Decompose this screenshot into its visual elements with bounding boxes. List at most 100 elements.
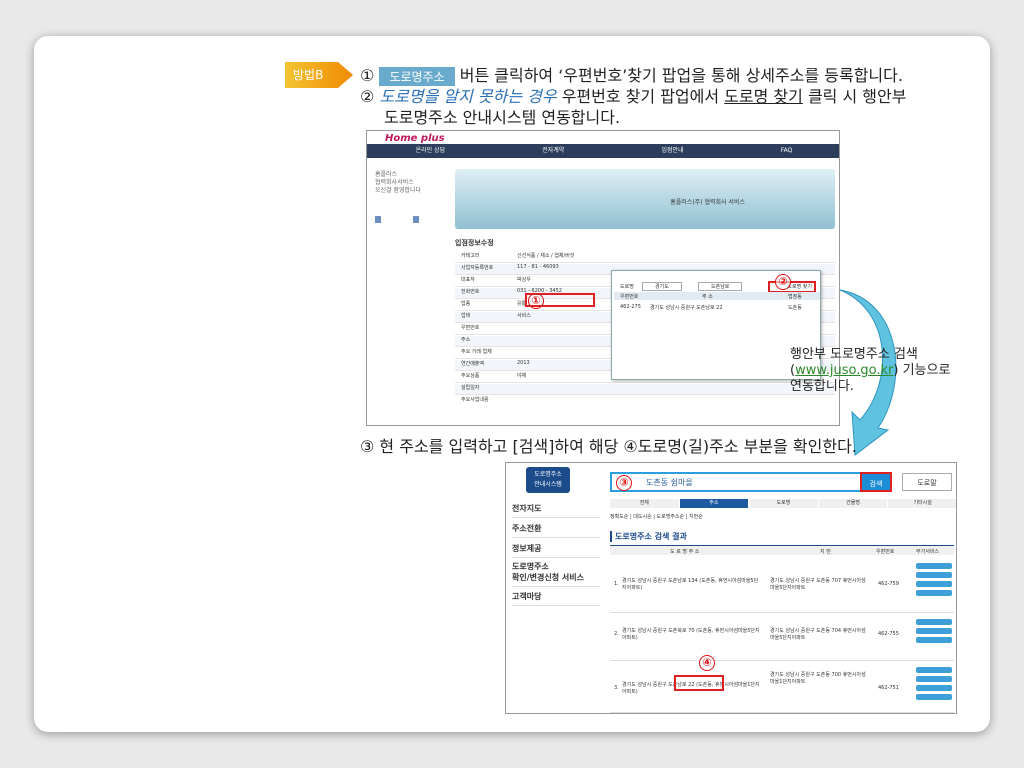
greeting: 홈플러스 협력회사서비스 오신걸 환영합니다 <box>375 171 422 194</box>
callout-line3: 연동합니다. <box>790 379 854 394</box>
search-button[interactable]: 검색 <box>860 472 892 492</box>
form-row: 카테고리 신선식품 / 채소 / 엽채/버섯 <box>455 252 835 263</box>
road-search-link[interactable]: 도로명 찾기 <box>724 87 803 106</box>
service-pill[interactable] <box>916 619 952 625</box>
service-pill[interactable] <box>916 590 952 596</box>
nav-item[interactable]: 온라인 상담 <box>416 144 446 158</box>
form-row: 주요사업내용 <box>455 396 835 425</box>
form-value[interactable]: 서비스 <box>517 312 531 319</box>
form-label: 주소 <box>461 337 471 343</box>
tab[interactable]: 전체 <box>610 499 680 508</box>
service-pill[interactable] <box>916 563 952 569</box>
jibun-address: 경기도 성남시 중원구 도촌동 707 휴먼시아섬마을5단지아파트 <box>770 578 866 591</box>
form-label: 대표자 <box>461 277 475 283</box>
search-query: 도촌동 쉼마을 <box>646 478 693 487</box>
juso-logo: 도로명주소 안내시스템 <box>526 467 570 493</box>
service-pill[interactable] <box>916 581 952 587</box>
juso-screenshot: 도로명주소 안내시스템 도촌동 쉼마을 ③ 검색 도로말 전자지도 주소전환 정… <box>505 462 957 714</box>
nav-item[interactable]: 입점안내 <box>662 144 684 158</box>
service-pill[interactable] <box>916 572 952 578</box>
sort-options[interactable]: 정확도순 | 대도시순 | 도로명주소순 | 지번순 <box>610 513 703 520</box>
form-label: 카테고리 <box>461 253 480 259</box>
row-no: 1. <box>614 581 619 587</box>
step2-line2: 도로명주소 안내시스템 연동합니다. <box>384 108 621 127</box>
th: 지 번 <box>820 549 831 555</box>
form-value[interactable]: 2013 <box>517 360 530 366</box>
callout-line2-tail: ) 기능으로 <box>893 363 951 378</box>
left-nav: 전자지도 주소전환 정보제공 도로명주소 확인/변경신청 서비스 고객마당 <box>506 497 604 713</box>
form-value[interactable]: 신선식품 / 채소 / 엽채/버섯 <box>517 252 574 259</box>
form-label: 연간매출액 <box>461 361 485 367</box>
service-pill[interactable] <box>916 685 952 691</box>
form-row: 설립일자 <box>455 384 835 395</box>
form-label: 우편번호 <box>461 325 480 331</box>
nav-item[interactable]: 주소전환 <box>512 523 600 538</box>
jibun-address: 경기도 성남시 중원구 도촌동 700 휴먼시아섬마을1단지아파트 <box>770 672 866 685</box>
zip-code: 462-759 <box>878 581 899 587</box>
step3-line: ③ 현 주소를 입력하고 [검색]하여 해당 ④도로명(길)주소 부분을 확인한… <box>360 437 857 456</box>
jibun-address: 경기도 성남시 중원구 도촌동 704 휴먼시아섬마을5단지아파트 <box>770 628 866 641</box>
road-button[interactable]: 도로말 <box>902 473 952 491</box>
step2-number: ② <box>360 87 375 106</box>
step2-text-b: 클릭 시 행안부 <box>802 87 907 106</box>
side-button[interactable] <box>413 216 419 223</box>
marker-3: ③ <box>616 475 632 491</box>
nav-item[interactable]: 도로명주소 확인/변경신청 서비스 <box>512 561 600 587</box>
marker-2: ② <box>775 274 791 290</box>
province-select[interactable]: 경기도 <box>642 282 682 291</box>
form-label: 전화번호 <box>461 289 480 295</box>
side-button[interactable] <box>375 216 381 223</box>
road-address-highlight <box>674 675 724 691</box>
nav-item[interactable]: 정보제공 <box>512 543 600 558</box>
th: 우편번호 <box>876 549 895 555</box>
popup-col: 주 소 <box>702 294 713 300</box>
callout-line1: 행안부 도로명주소 검색 <box>790 347 918 362</box>
tab[interactable]: 기타시설 <box>888 499 956 508</box>
th: 도 로 명 주 소 <box>670 549 700 555</box>
homeplus-logo: Home plus <box>385 133 445 144</box>
tab[interactable]: 건물명 <box>818 499 889 508</box>
callout: 행안부 도로명주소 검색 (www.juso.go.kr) 기능으로 연동합니다… <box>790 347 965 395</box>
juso-link[interactable]: www.juso.go.kr <box>795 363 893 378</box>
form-value[interactable]: 야채 <box>517 372 526 379</box>
row-no: 3. <box>614 685 619 691</box>
service-pill[interactable] <box>916 694 952 700</box>
zip-code: 462-751 <box>878 685 899 691</box>
marker-4: ④ <box>699 655 715 671</box>
row-no: 2. <box>614 631 619 637</box>
nav-item[interactable]: 전자계약 <box>542 144 564 158</box>
road-address[interactable]: 경기도 성남시 중원구 도촌북로 70 (도촌동, 휴먼시아섬마을5단지아파트) <box>622 627 762 641</box>
popup-address[interactable]: 경기도 성남시 중원구 도촌남로 22 <box>650 304 723 311</box>
form-title: 입점정보수정 <box>455 239 494 247</box>
form-value[interactable]: 박상우 <box>517 276 531 283</box>
road-address[interactable]: 경기도 성남시 중원구 도촌남로 134 (도촌동, 휴먼시아섬마을5단지아파트… <box>622 577 762 591</box>
banner: 홈플러스(주) 협력회사 서비스 <box>455 169 835 229</box>
form-label: 업종 <box>461 301 471 307</box>
form-value[interactable]: 117 - 81 - 46093 <box>517 264 559 270</box>
popup-col: 우편번호 <box>620 294 639 300</box>
service-pill[interactable] <box>916 637 952 643</box>
tab[interactable]: 도로명 <box>749 499 819 508</box>
service-pill[interactable] <box>916 628 952 634</box>
table-row: 2. 경기도 성남시 중원구 도촌북로 70 (도촌동, 휴먼시아섬마을5단지아… <box>610 615 954 661</box>
table-row: 1. 경기도 성남시 중원구 도촌남로 134 (도촌동, 휴먼시아섬마을5단지… <box>610 559 954 613</box>
th: 부가서비스 <box>916 549 940 555</box>
banner-text: 홈플러스(주) 협력회사 서비스 <box>670 199 745 206</box>
table-header: 도 로 명 주 소 지 번 우편번호 부가서비스 <box>610 545 954 555</box>
homeplus-screenshot: Home plus 온라인 상담 전자계약 입점안내 FAQ 홈플러스 협력회사… <box>366 130 840 426</box>
form-label: 설립일자 <box>461 385 480 391</box>
nav-item[interactable]: FAQ <box>781 144 793 158</box>
popup-label: 도로명 <box>620 284 634 290</box>
popup-zip[interactable]: 462-275 <box>620 304 641 310</box>
address-search-input[interactable]: 도촌동 쉼마을 <box>610 472 890 492</box>
result-title: 도로명주소 검색 결과 <box>610 531 687 542</box>
form-label: 주요상품 <box>461 373 480 379</box>
service-pill[interactable] <box>916 676 952 682</box>
service-pill[interactable] <box>916 667 952 673</box>
tab[interactable]: 주소 <box>679 499 750 508</box>
nav-item[interactable]: 고객마당 <box>512 591 600 606</box>
road-input[interactable]: 도촌남로 <box>698 282 743 291</box>
top-nav: 온라인 상담 전자계약 입점안내 FAQ <box>367 144 839 158</box>
result-tabs: 전체 주소 도로명 건물명 기타시설 <box>610 499 956 508</box>
nav-item[interactable]: 전자지도 <box>512 503 600 518</box>
